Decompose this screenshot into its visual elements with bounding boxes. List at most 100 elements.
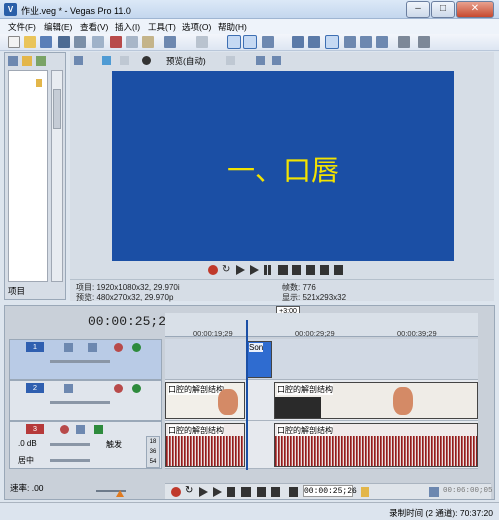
copy-icon[interactable] bbox=[126, 36, 138, 48]
track-header-3[interactable]: 3 .0 dB 触发 居中 18 36 54 bbox=[9, 421, 162, 469]
redo-icon[interactable] bbox=[196, 36, 208, 48]
pause-icon[interactable] bbox=[227, 487, 235, 497]
loop-icon[interactable]: ↻ bbox=[185, 486, 195, 496]
play-icon[interactable] bbox=[250, 265, 259, 275]
go-to-end-icon[interactable] bbox=[306, 265, 315, 275]
media-tree[interactable] bbox=[8, 70, 48, 282]
next-frame-icon[interactable] bbox=[289, 487, 298, 497]
save-icon[interactable] bbox=[40, 36, 52, 48]
folder-icon[interactable] bbox=[22, 56, 32, 66]
zoom-tool-icon[interactable] bbox=[376, 36, 388, 48]
close-button[interactable]: ✕ bbox=[456, 1, 494, 18]
go-to-start-icon[interactable] bbox=[292, 265, 301, 275]
normal-edit-tool-icon[interactable] bbox=[325, 35, 339, 49]
preview-quality-select[interactable]: 预览(自动) bbox=[166, 55, 206, 67]
mute-icon[interactable] bbox=[132, 343, 141, 352]
lock-envelopes-icon[interactable] bbox=[262, 36, 274, 48]
go-to-start-icon[interactable] bbox=[257, 487, 266, 497]
import-icon[interactable] bbox=[8, 56, 18, 66]
previous-frame-icon[interactable] bbox=[320, 265, 329, 275]
track-fx-icon[interactable] bbox=[64, 384, 73, 393]
mute-icon[interactable] bbox=[132, 384, 141, 393]
pan-slider[interactable] bbox=[50, 459, 90, 462]
copy-snapshot-icon[interactable] bbox=[256, 56, 265, 65]
track-lane-2[interactable]: 口腔的解剖结构 口腔的解剖结构 bbox=[165, 380, 478, 421]
external-monitor-icon[interactable] bbox=[102, 56, 111, 65]
video-clip[interactable]: Son bbox=[246, 341, 272, 378]
new-project-icon[interactable] bbox=[8, 36, 20, 48]
menu-edit[interactable]: 编辑(E) bbox=[44, 21, 72, 33]
timeline-ruler[interactable]: 00:00:19;29 00:00:29;29 00:00:39;29 bbox=[165, 313, 478, 338]
overlays-icon[interactable] bbox=[226, 56, 235, 65]
selection-tool-icon[interactable] bbox=[360, 36, 372, 48]
project-media-panel: 项目 bbox=[4, 52, 66, 300]
snapping-icon[interactable] bbox=[227, 35, 241, 49]
track-settings-icon[interactable] bbox=[114, 384, 123, 393]
minimize-button[interactable]: – bbox=[406, 1, 430, 18]
track-header-1[interactable]: 1 bbox=[9, 339, 162, 380]
level-slider[interactable] bbox=[50, 401, 110, 404]
track-fx-icon[interactable] bbox=[76, 425, 85, 434]
capture-icon[interactable] bbox=[36, 56, 46, 66]
paste-icon[interactable] bbox=[142, 36, 154, 48]
menu-insert[interactable]: 插入(I) bbox=[115, 21, 140, 33]
menu-view[interactable]: 查看(V) bbox=[80, 21, 108, 33]
maximize-button[interactable]: □ bbox=[431, 1, 455, 18]
preview-properties-icon[interactable] bbox=[74, 56, 83, 65]
track-header-2[interactable]: 2 bbox=[9, 380, 162, 421]
trim-icon[interactable] bbox=[92, 36, 104, 48]
menu-options[interactable]: 选项(O) bbox=[182, 21, 211, 33]
undo-icon[interactable] bbox=[164, 36, 176, 48]
fx-icon[interactable] bbox=[120, 56, 129, 65]
arm-record-icon[interactable] bbox=[60, 425, 69, 434]
pause-icon-right[interactable] bbox=[268, 265, 271, 275]
record-mode[interactable]: 触发 bbox=[106, 439, 122, 450]
properties-icon[interactable] bbox=[74, 36, 86, 48]
track-motion-icon[interactable] bbox=[88, 343, 97, 352]
auto-ripple-icon[interactable] bbox=[243, 35, 257, 49]
menu-file[interactable]: 文件(F) bbox=[8, 21, 36, 33]
whats-this-icon[interactable] bbox=[418, 36, 430, 48]
playhead-cursor[interactable] bbox=[246, 320, 248, 470]
open-folder-icon[interactable] bbox=[24, 36, 36, 48]
scrollbar-thumb[interactable] bbox=[53, 89, 61, 129]
play-from-start-icon[interactable] bbox=[199, 487, 208, 497]
track-settings-icon[interactable] bbox=[94, 425, 103, 434]
rate-slider-thumb[interactable] bbox=[116, 490, 124, 497]
stop-icon[interactable] bbox=[241, 487, 251, 497]
go-to-end-icon[interactable] bbox=[271, 487, 280, 497]
track-lane-1[interactable]: Son bbox=[165, 339, 478, 380]
video-clip[interactable]: 口腔的解剖结构 bbox=[165, 382, 245, 419]
marker-icon[interactable] bbox=[361, 487, 369, 497]
level-slider[interactable] bbox=[50, 360, 110, 363]
track-settings-icon[interactable] bbox=[114, 343, 123, 352]
explorer-scrollbar[interactable] bbox=[51, 70, 63, 282]
ignore-grouping-icon[interactable] bbox=[308, 36, 320, 48]
record-icon[interactable] bbox=[208, 265, 218, 275]
audio-clip[interactable]: 口腔的解剖结构 bbox=[165, 423, 245, 467]
menu-tools[interactable]: 工具(T) bbox=[148, 21, 176, 33]
render-icon[interactable] bbox=[58, 36, 70, 48]
media-folder-icon[interactable] bbox=[36, 79, 42, 87]
next-frame-icon[interactable] bbox=[334, 265, 343, 275]
crossfade-icon[interactable] bbox=[292, 36, 304, 48]
track-lane-3[interactable]: 口腔的解剖结构 口腔的解剖结构 bbox=[165, 421, 478, 469]
stop-icon[interactable] bbox=[278, 265, 288, 275]
play-from-start-icon[interactable] bbox=[236, 265, 245, 275]
video-clip[interactable]: 口腔的解剖结构 bbox=[274, 382, 478, 419]
tab-project[interactable]: 项目 bbox=[8, 285, 25, 297]
volume-slider[interactable] bbox=[50, 443, 90, 446]
loop-icon[interactable]: ↻ bbox=[222, 265, 232, 275]
record-icon[interactable] bbox=[171, 487, 181, 497]
cut-icon[interactable] bbox=[110, 36, 122, 48]
audio-clip[interactable]: 口腔的解剖结构 bbox=[274, 423, 478, 467]
help-icon[interactable] bbox=[398, 36, 410, 48]
envelope-tool-icon[interactable] bbox=[344, 36, 356, 48]
track-fx-icon[interactable] bbox=[64, 343, 73, 352]
play-icon[interactable] bbox=[213, 487, 222, 497]
save-snapshot-icon[interactable] bbox=[272, 56, 281, 65]
split-screen-icon[interactable] bbox=[142, 56, 151, 65]
menu-help[interactable]: 帮助(H) bbox=[218, 21, 247, 33]
pause-icon-left[interactable] bbox=[264, 265, 267, 275]
region-icon[interactable] bbox=[429, 487, 439, 497]
